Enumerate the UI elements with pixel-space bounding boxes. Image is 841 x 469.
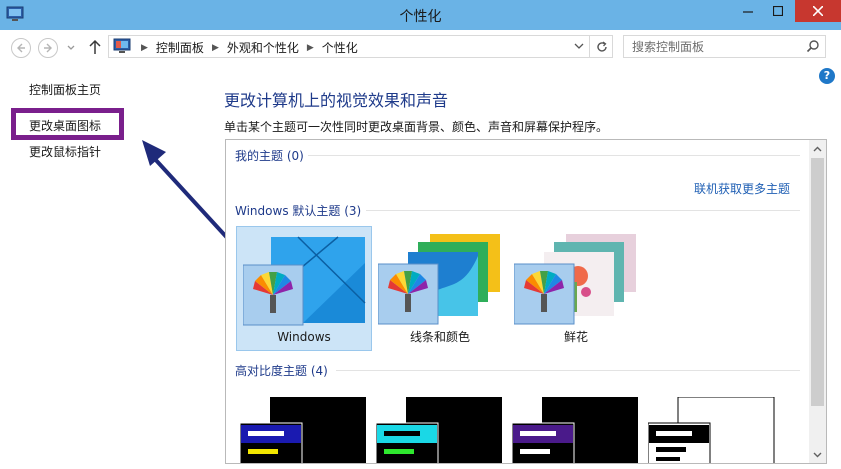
arrow-left-icon xyxy=(17,43,25,53)
search-input[interactable] xyxy=(632,38,802,55)
close-button[interactable] xyxy=(795,0,841,22)
breadcrumb-separator-icon[interactable]: ▶ xyxy=(307,43,314,53)
section-my-themes: 我的主题 (0) xyxy=(235,149,304,163)
flowers-theme-thumbnail xyxy=(514,234,636,325)
section-divider xyxy=(366,210,800,211)
high-contrast-white-thumbnail xyxy=(647,396,775,463)
theme-tile-lines-and-colors[interactable]: 线条和颜色 xyxy=(372,226,508,351)
title-bar: 个性化 xyxy=(0,0,841,30)
chevron-up-icon xyxy=(813,146,822,151)
back-button[interactable] xyxy=(11,38,31,58)
breadcrumb-appearance[interactable]: 外观和个性化 xyxy=(227,39,299,56)
page-title: 更改计算机上的视觉效果和声音 xyxy=(224,91,449,110)
address-dropdown-chevron-icon[interactable] xyxy=(573,40,585,52)
theme-tile-flowers[interactable]: 鲜花 xyxy=(508,226,644,351)
sidebar-item-control-panel-home[interactable]: 控制面板主页 xyxy=(29,81,101,98)
section-high-contrast-themes: 高对比度主题 (4) xyxy=(235,364,328,378)
refresh-icon xyxy=(596,40,607,52)
windows-theme-thumbnail xyxy=(243,236,366,326)
breadcrumb-control-panel[interactable]: 控制面板 xyxy=(156,39,204,56)
close-icon xyxy=(813,6,823,16)
address-box[interactable]: ▶ 控制面板 ▶ 外观和个性化 ▶ 个性化 xyxy=(108,35,613,58)
breadcrumb-separator-icon[interactable]: ▶ xyxy=(212,43,219,53)
theme-tile-high-contrast-2[interactable] xyxy=(375,397,512,463)
search-box[interactable] xyxy=(623,35,826,58)
high-contrast-2-thumbnail xyxy=(375,397,502,463)
arrow-right-icon xyxy=(44,43,52,53)
minimize-button[interactable] xyxy=(734,0,762,22)
theme-tile-high-contrast-1[interactable] xyxy=(239,397,376,463)
help-icon[interactable]: ? xyxy=(819,68,835,84)
refresh-button[interactable] xyxy=(589,36,613,57)
chevron-down-icon xyxy=(813,452,822,457)
navigation-bar: ▶ 控制面板 ▶ 外观和个性化 ▶ 个性化 xyxy=(0,30,841,63)
breadcrumb: ▶ 控制面板 ▶ 外观和个性化 ▶ 个性化 xyxy=(137,39,358,56)
control-panel-icon xyxy=(113,38,131,53)
scroll-up-button[interactable] xyxy=(809,140,826,157)
get-more-themes-online-link[interactable]: 联机获取更多主题 xyxy=(694,180,790,197)
minimize-icon xyxy=(743,11,753,13)
maximize-button[interactable] xyxy=(764,0,792,22)
breadcrumb-personalization[interactable]: 个性化 xyxy=(322,39,358,56)
theme-name: Windows xyxy=(277,330,331,344)
high-contrast-3-thumbnail xyxy=(511,397,638,463)
theme-tile-windows[interactable]: Windows xyxy=(236,226,372,351)
sidebar-item-change-mouse-pointers[interactable]: 更改鼠标指针 xyxy=(29,143,101,160)
forward-button[interactable] xyxy=(38,38,58,58)
section-default-themes: Windows 默认主题 (3) xyxy=(235,204,362,218)
search-icon[interactable] xyxy=(806,39,820,53)
theme-tile-high-contrast-3[interactable] xyxy=(511,397,648,463)
window-title: 个性化 xyxy=(399,9,442,25)
section-divider xyxy=(336,370,800,371)
breadcrumb-separator-icon: ▶ xyxy=(141,42,148,53)
theme-tile-high-contrast-white[interactable] xyxy=(647,396,784,463)
section-divider xyxy=(308,155,800,156)
recent-locations-chevron-icon[interactable] xyxy=(66,42,76,54)
scroll-thumb[interactable] xyxy=(811,158,824,406)
theme-name: 鲜花 xyxy=(563,330,588,344)
page-subtitle: 单击某个主题可一次性同时更改桌面背景、颜色、声音和屏幕保护程序。 xyxy=(224,120,609,134)
scroll-down-button[interactable] xyxy=(809,446,826,463)
vertical-scrollbar[interactable] xyxy=(809,140,826,463)
theme-name: 线条和颜色 xyxy=(409,330,470,344)
sidebar-item-change-desktop-icons[interactable]: 更改桌面图标 xyxy=(29,117,101,134)
up-arrow-icon[interactable] xyxy=(88,39,102,55)
high-contrast-1-thumbnail xyxy=(239,397,366,463)
lines-and-colors-theme-thumbnail xyxy=(378,234,500,325)
theme-list[interactable]: 我的主题 (0) 联机获取更多主题 Windows 默认主题 (3) Windo… xyxy=(225,139,827,464)
annotation-arrow-icon xyxy=(142,140,233,244)
maximize-icon xyxy=(773,6,783,16)
